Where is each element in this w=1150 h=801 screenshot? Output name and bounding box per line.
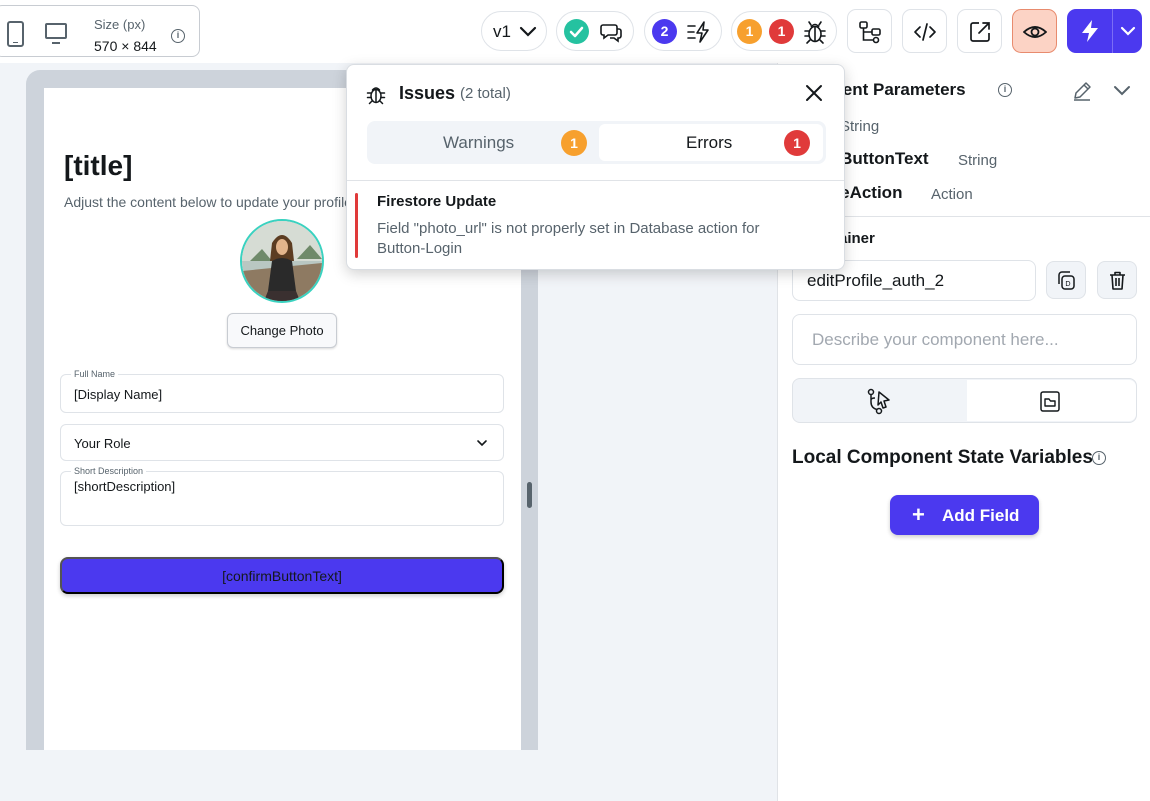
info-icon[interactable]: i: [1092, 451, 1106, 465]
chevron-down-icon: [519, 26, 537, 37]
external-link-icon: [970, 22, 990, 42]
error-indicator: [355, 193, 358, 258]
mobile-device-icon[interactable]: [7, 21, 24, 47]
warning-count-badge: 1: [737, 19, 762, 44]
short-description-value: [shortDescription]: [74, 479, 176, 494]
panel-view-toggle: [792, 378, 1137, 423]
chevron-down-icon[interactable]: [1111, 79, 1133, 101]
param-type: String: [958, 152, 998, 169]
run-button-divider: [1112, 9, 1113, 53]
info-icon[interactable]: i: [998, 83, 1012, 97]
add-field-button[interactable]: + Add Field: [890, 495, 1039, 535]
preview-toggle-button[interactable]: [1012, 9, 1057, 53]
issues-popover: Issues (2 total) Warnings 1 Errors 1 Fir…: [346, 64, 845, 270]
chat-icon: [600, 24, 622, 43]
eye-icon: [1023, 26, 1047, 38]
component-description-input[interactable]: Describe your component here...: [792, 314, 1137, 365]
trash-icon: [1110, 271, 1125, 290]
full-name-value: [Display Name]: [74, 387, 163, 402]
delete-button[interactable]: [1097, 261, 1137, 299]
full-name-field[interactable]: Full Name [Display Name]: [60, 369, 504, 413]
copy-icon: D: [1058, 271, 1075, 290]
role-value: Your Role: [74, 436, 131, 451]
page-title[interactable]: [title]: [64, 150, 132, 182]
page-subtitle[interactable]: Adjust the content below to update your …: [64, 194, 359, 210]
lightning-icon: [1082, 20, 1098, 42]
device-size-selector: Size (px) 570 × 844 i: [0, 5, 200, 57]
param-type: Action: [931, 186, 973, 203]
status-comments-button[interactable]: [556, 11, 634, 51]
desktop-device-icon[interactable]: [45, 23, 67, 44]
role-dropdown[interactable]: Your Role: [60, 424, 504, 461]
issues-divider: [347, 180, 844, 181]
errors-count-badge: 1: [784, 130, 810, 156]
edit-icon[interactable]: [1071, 80, 1093, 102]
short-description-field[interactable]: Short Description [shortDescription]: [60, 466, 504, 526]
bug-icon: [804, 21, 826, 44]
profile-avatar[interactable]: [240, 219, 324, 303]
issues-tabs: Warnings 1 Errors 1: [367, 121, 826, 164]
folder-icon[interactable]: [1038, 389, 1062, 413]
top-toolbar: Size (px) 570 × 844 i v1 2 1 1: [0, 0, 1150, 63]
short-description-label: Short Description: [71, 466, 147, 476]
code-icon: [914, 23, 936, 41]
resize-handle[interactable]: [527, 482, 532, 508]
actions-button[interactable]: 2: [644, 11, 722, 51]
issues-title: Issues: [399, 83, 456, 103]
full-name-label: Full Name: [71, 369, 119, 379]
issues-count: (2 total): [460, 85, 511, 102]
plus-icon: +: [912, 502, 925, 527]
confirm-button[interactable]: [confirmButtonText]: [60, 557, 504, 594]
state-variables-title: Local Component State Variables: [792, 447, 1093, 468]
issues-button[interactable]: 1 1: [731, 11, 837, 51]
param-type: String: [840, 118, 880, 135]
actions-count-badge: 2: [652, 19, 677, 44]
version-selector[interactable]: v1: [481, 11, 547, 51]
tab-warnings[interactable]: Warnings: [443, 133, 514, 153]
close-icon[interactable]: [803, 82, 825, 104]
error-message[interactable]: Field "photo_url" is not properly set in…: [377, 219, 797, 259]
info-icon[interactable]: i: [171, 29, 185, 43]
branch-icon: [859, 21, 881, 44]
version-label: v1: [493, 22, 511, 41]
tab-errors[interactable]: Errors: [686, 133, 732, 153]
open-external-button[interactable]: [957, 9, 1002, 53]
bug-icon: [366, 87, 386, 105]
error-count-badge: 1: [769, 19, 794, 44]
svg-text:D: D: [1065, 280, 1070, 288]
warnings-count-badge: 1: [561, 130, 587, 156]
size-label: Size (px): [94, 17, 146, 32]
check-icon: [564, 19, 589, 44]
add-field-label: Add Field: [942, 506, 1020, 525]
code-view-button[interactable]: [902, 9, 947, 53]
chevron-down-icon[interactable]: [1118, 21, 1138, 41]
size-value[interactable]: 570 × 844: [94, 38, 157, 54]
branch-button[interactable]: [847, 9, 892, 53]
lightning-list-icon: [687, 21, 709, 43]
interaction-flow-icon[interactable]: [865, 388, 892, 415]
run-button[interactable]: [1067, 9, 1142, 53]
profile-photo: [242, 221, 322, 301]
change-photo-button[interactable]: Change Photo: [227, 313, 337, 348]
duplicate-button[interactable]: D: [1046, 261, 1086, 299]
chevron-down-icon: [477, 440, 487, 447]
error-title[interactable]: Firestore Update: [377, 193, 496, 210]
